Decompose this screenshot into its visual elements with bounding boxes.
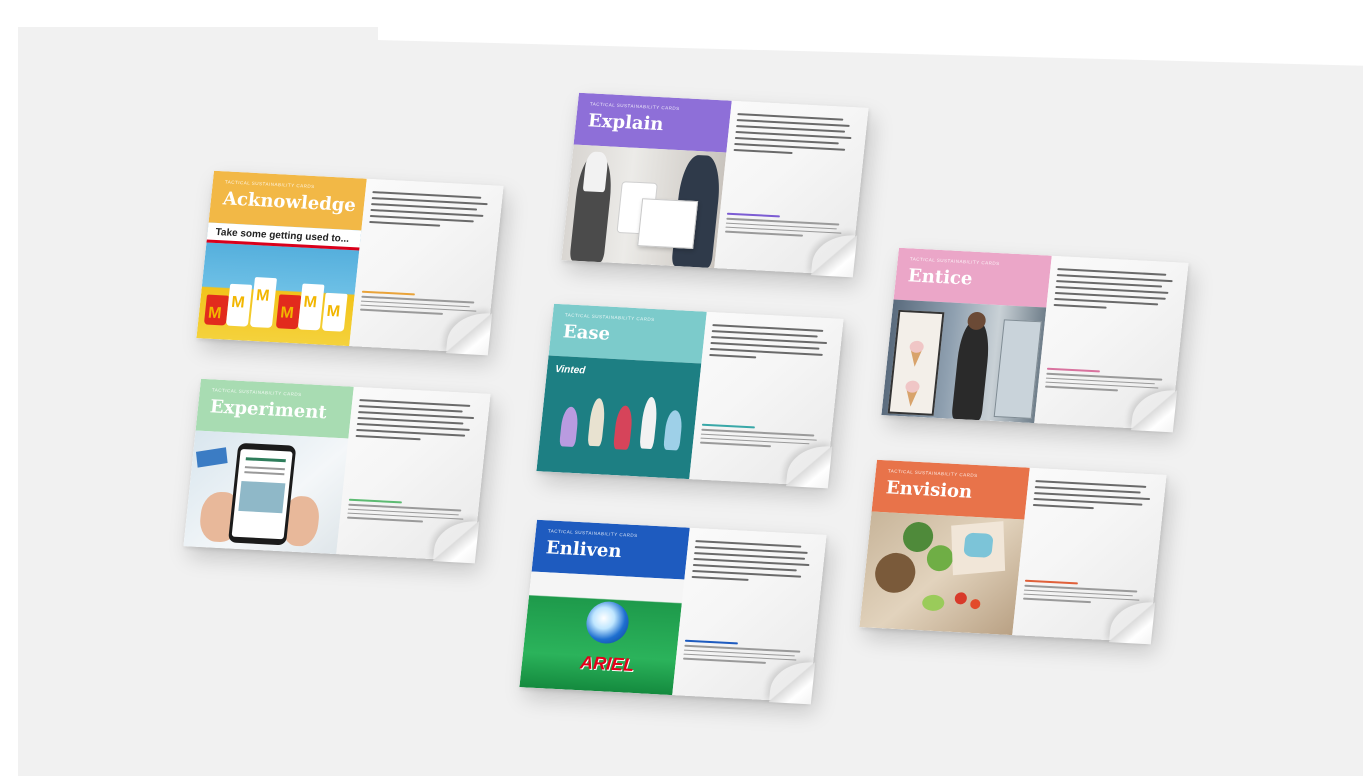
card-title: Experiment <box>208 396 328 424</box>
card-explain-band: TACTICAL SUSTAINABILITY CARDS Explain <box>573 92 732 153</box>
card-experiment: TACTICAL SUSTAINABILITY CARDS Experiment <box>183 378 491 564</box>
card-kicker: TACTICAL SUSTAINABILITY CARDS <box>589 101 680 112</box>
card-kicker: TACTICAL SUSTAINABILITY CARDS <box>564 312 655 323</box>
card-experiment-photo <box>183 430 349 555</box>
card-title: Enliven <box>544 537 623 563</box>
card-kicker: TACTICAL SUSTAINABILITY CARDS <box>224 179 315 190</box>
card-ease-photo: Vinted <box>536 355 702 480</box>
card-enliven: TACTICAL SUSTAINABILITY CARDS Enliven AR… <box>519 519 827 705</box>
display-screen <box>887 309 945 416</box>
card-entice: TACTICAL SUSTAINABILITY CARDS Entice <box>881 247 1189 433</box>
card-envision-band: TACTICAL SUSTAINABILITY CARDS Envision <box>871 459 1030 520</box>
vinted-logo: Vinted <box>554 363 586 377</box>
card-kicker: TACTICAL SUSTAINABILITY CARDS <box>211 387 302 398</box>
card-title: Ease <box>561 321 612 345</box>
card-explain: TACTICAL SUSTAINABILITY CARDS Explain <box>561 92 869 278</box>
card-envision-photo <box>859 511 1025 636</box>
card-acknowledge-photo: Take some getting used to... <box>196 222 362 347</box>
detergent-pod <box>584 600 631 645</box>
card-kicker: TACTICAL SUSTAINABILITY CARDS <box>909 256 1000 267</box>
card-enliven-band: TACTICAL SUSTAINABILITY CARDS Enliven <box>531 519 690 580</box>
card-title: Explain <box>586 110 665 136</box>
card-acknowledge-band: TACTICAL SUSTAINABILITY CARDS Acknowledg… <box>208 170 367 231</box>
card-kicker: TACTICAL SUSTAINABILITY CARDS <box>887 468 978 479</box>
card-title: Envision <box>884 477 974 503</box>
card-experiment-band: TACTICAL SUSTAINABILITY CARDS Experiment <box>195 378 354 439</box>
card-entice-band: TACTICAL SUSTAINABILITY CARDS Entice <box>893 247 1052 308</box>
card-kicker: TACTICAL SUSTAINABILITY CARDS <box>547 528 638 539</box>
card-title: Entice <box>906 265 974 290</box>
card-envision: TACTICAL SUSTAINABILITY CARDS Envision <box>859 459 1167 645</box>
card-enliven-photo: ARIEL <box>519 571 685 696</box>
card-explain-photo <box>561 144 727 269</box>
card-acknowledge: TACTICAL SUSTAINABILITY CARDS Acknowledg… <box>196 170 504 356</box>
card-ease: TACTICAL SUSTAINABILITY CARDS Ease Vinte… <box>536 303 844 489</box>
card-entice-photo <box>881 299 1047 424</box>
ariel-logo: ARIEL <box>579 652 636 676</box>
card-ease-band: TACTICAL SUSTAINABILITY CARDS Ease <box>548 303 707 364</box>
card-title: Acknowledge <box>221 188 357 217</box>
